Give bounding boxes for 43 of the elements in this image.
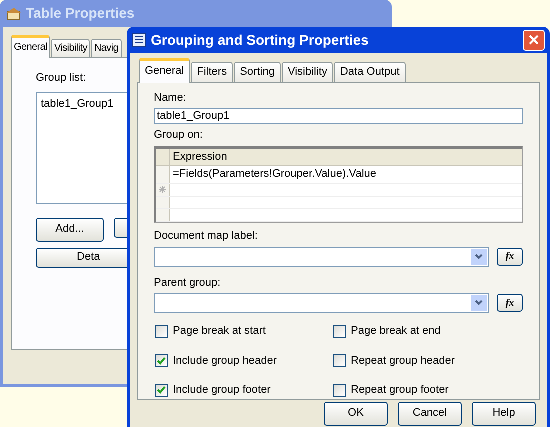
tab[interactable]: Visibility	[51, 39, 90, 57]
dialog-button[interactable]: Cancel	[398, 402, 462, 426]
expression-button[interactable]: fx	[497, 248, 523, 266]
checkbox-label: Repeat group footer	[351, 383, 449, 398]
parent-group-label: Parent group:	[154, 276, 222, 290]
checkbox-label: Page break at end	[351, 324, 441, 339]
tab[interactable]: General	[139, 58, 190, 82]
tab[interactable]: Data Output	[334, 62, 406, 82]
tab[interactable]: General	[11, 35, 50, 58]
tab[interactable]: Filters	[191, 62, 234, 82]
tab[interactable]: Navig	[91, 39, 122, 57]
checkbox-label: Include group footer	[173, 383, 271, 398]
name-field[interactable]: table1_Group1	[154, 108, 523, 124]
dropdown-field[interactable]	[154, 293, 489, 313]
table-cell[interactable]: =Fields(Parameters!Grouper.Value).Value	[170, 166, 522, 183]
dialog-button[interactable]: OK	[324, 402, 388, 426]
column-header: Expression	[172, 150, 228, 165]
checkbox[interactable]	[155, 324, 168, 338]
checkbox[interactable]	[155, 354, 168, 368]
checkbox[interactable]	[155, 384, 168, 397]
list-icon	[132, 33, 146, 47]
checkbox-label: Repeat group header	[351, 354, 455, 368]
tab[interactable]: Sorting	[234, 62, 281, 82]
chevron-down-icon	[471, 248, 487, 264]
document-map-label: Document map label:	[154, 229, 259, 244]
asterisk-icon	[159, 186, 166, 194]
table-icon	[6, 6, 22, 20]
checkbox[interactable]	[333, 384, 346, 397]
dialog-button[interactable]: Help	[472, 402, 536, 426]
expression-button[interactable]: fx	[497, 294, 523, 312]
group-list-label: Group list:	[36, 71, 86, 86]
window-title: Table Properties	[26, 4, 135, 23]
tab[interactable]: Visibility	[282, 62, 334, 82]
checkbox[interactable]	[333, 324, 346, 338]
chevron-down-icon	[471, 295, 487, 311]
dialog-button[interactable]: Add...	[36, 218, 104, 242]
checkbox-label: Page break at start	[173, 324, 266, 339]
checkbox-label: Include group header	[173, 354, 277, 368]
close-icon	[529, 35, 539, 45]
close-button[interactable]	[523, 30, 545, 50]
checkbox[interactable]	[333, 354, 346, 368]
dialog-title: Grouping and Sorting Properties	[151, 30, 370, 50]
dropdown-field[interactable]	[154, 246, 489, 266]
